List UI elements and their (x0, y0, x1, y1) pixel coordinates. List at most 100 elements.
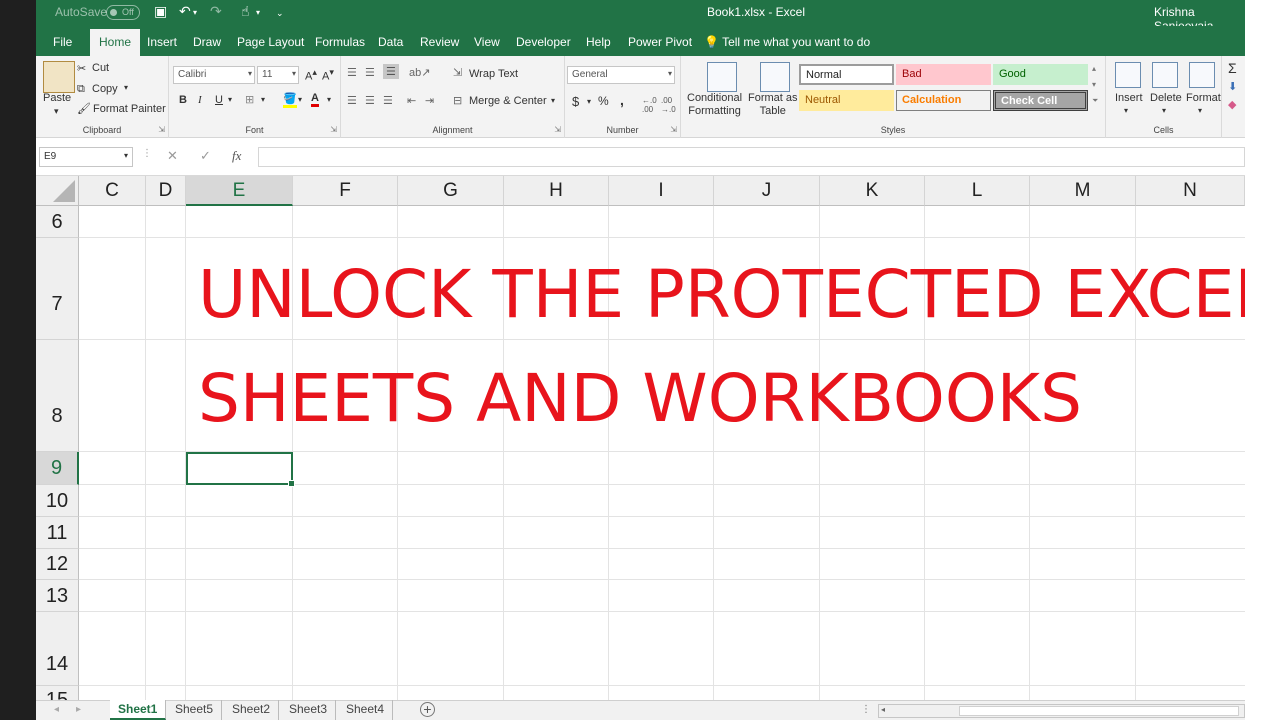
increase-decimal-icon[interactable]: ←.0.00 (642, 96, 657, 114)
row-header-8[interactable]: 8 (36, 340, 79, 452)
select-all-button[interactable] (36, 176, 79, 206)
underline-button[interactable]: U (215, 94, 223, 106)
active-cell-e9[interactable] (186, 452, 295, 487)
paste-dropdown-icon[interactable]: ▾ (54, 106, 59, 117)
column-header-j[interactable]: J (714, 176, 820, 206)
font-name-select[interactable]: Calibri ▾ (173, 66, 255, 84)
decrease-indent-icon[interactable]: ⇤ (407, 94, 416, 107)
conditional-formatting-button[interactable]: Conditional Formatting (687, 92, 742, 118)
number-launcher-icon[interactable]: ⇲ (670, 125, 677, 134)
clear-icon[interactable]: ◆ (1228, 98, 1236, 111)
copy-button[interactable]: Copy (92, 83, 118, 95)
orientation-icon[interactable]: ab↗ (409, 66, 430, 79)
row-header-6[interactable]: 6 (36, 206, 79, 238)
sheet-tab-sheet4[interactable]: Sheet4 (338, 700, 394, 720)
align-top-icon[interactable]: ☰ (347, 66, 357, 79)
wrap-text-button[interactable]: Wrap Text (469, 68, 518, 80)
customize-qat-icon[interactable]: ⌄ (276, 8, 284, 19)
column-header-g[interactable]: G (398, 176, 504, 206)
copy-icon[interactable]: ⧉ (77, 83, 85, 96)
fill-color-icon[interactable]: 🪣 (283, 92, 297, 108)
autosum-icon[interactable]: Σ (1228, 60, 1237, 76)
column-header-m[interactable]: M (1030, 176, 1136, 206)
tab-data[interactable]: Data (378, 35, 403, 49)
sheet-tab-sheet1[interactable]: Sheet1 (110, 700, 167, 720)
horizontal-scrollbar-thumb[interactable] (959, 706, 1239, 716)
paste-icon[interactable] (43, 61, 75, 93)
style-calculation[interactable]: Calculation (896, 90, 991, 111)
style-neutral[interactable]: Neutral (799, 90, 894, 111)
delete-dropdown-icon[interactable]: ▾ (1162, 106, 1166, 115)
horizontal-scrollbar[interactable]: ◂ (878, 704, 1245, 718)
tab-formulas[interactable]: Formulas (315, 35, 365, 49)
increase-indent-icon[interactable]: ⇥ (425, 94, 434, 107)
column-header-i[interactable]: I (609, 176, 714, 206)
tab-insert[interactable]: Insert (147, 35, 177, 49)
prev-sheet-icon[interactable]: ◂ (54, 704, 59, 715)
bold-button[interactable]: B (179, 94, 187, 106)
next-sheet-icon[interactable]: ▸ (76, 704, 81, 715)
insert-function-icon[interactable]: fx (232, 148, 241, 164)
autosave-toggle[interactable]: Off (106, 5, 140, 20)
font-color-dropdown-icon[interactable]: ▾ (327, 95, 331, 104)
scroll-left-icon[interactable]: ◂ (881, 705, 885, 714)
row-header-10[interactable]: 10 (36, 485, 79, 517)
tab-view[interactable]: View (474, 35, 500, 49)
tell-me-search[interactable]: 💡 Tell me what you want to do (704, 35, 870, 49)
borders-icon[interactable]: ⊞ (245, 93, 254, 106)
tab-power-pivot[interactable]: Power Pivot (628, 35, 692, 49)
tab-page-layout[interactable]: Page Layout (237, 35, 304, 49)
column-header-k[interactable]: K (820, 176, 925, 206)
borders-dropdown-icon[interactable]: ▾ (261, 95, 265, 104)
styles-scroll-down-icon[interactable]: ▾ (1092, 80, 1096, 89)
cancel-icon[interactable]: ✕ (167, 148, 178, 164)
align-left-icon[interactable]: ☰ (347, 94, 357, 107)
wrap-text-icon[interactable]: ⇲ (453, 66, 462, 79)
column-header-h[interactable]: H (504, 176, 609, 206)
insert-button[interactable]: Insert (1115, 92, 1143, 104)
format-as-table-icon[interactable] (760, 62, 790, 92)
style-normal[interactable]: Normal (799, 64, 894, 85)
row-header-13[interactable]: 13 (36, 580, 79, 612)
column-header-f[interactable]: F (293, 176, 398, 206)
undo-dropdown-icon[interactable]: ▾ (193, 8, 197, 17)
styles-scroll-up-icon[interactable]: ▴ (1092, 64, 1096, 73)
comma-button[interactable]: , (620, 92, 624, 108)
cut-button[interactable]: Cut (92, 62, 109, 74)
format-as-table-button[interactable]: Format as Table (748, 92, 798, 118)
column-header-c[interactable]: C (79, 176, 146, 206)
sheet-tab-sheet2[interactable]: Sheet2 (224, 700, 280, 720)
currency-dropdown-icon[interactable]: ▾ (587, 97, 591, 106)
styles-more-icon[interactable]: ⏷ (1092, 96, 1098, 106)
percent-button[interactable]: % (598, 94, 609, 108)
currency-button[interactable]: $ (572, 94, 579, 109)
tab-developer[interactable]: Developer (516, 35, 571, 49)
copy-dropdown-icon[interactable]: ▾ (124, 83, 128, 92)
add-sheet-button[interactable]: + (420, 702, 435, 717)
row-header-11[interactable]: 11 (36, 517, 79, 549)
column-header-e[interactable]: E (186, 176, 293, 206)
tab-draw[interactable]: Draw (193, 35, 221, 49)
fill-color-dropdown-icon[interactable]: ▾ (298, 95, 302, 104)
conditional-formatting-icon[interactable] (707, 62, 737, 92)
row-header-15[interactable]: 15 (36, 686, 79, 700)
align-center-icon[interactable]: ☰ (365, 94, 375, 107)
delete-cells-icon[interactable] (1152, 62, 1178, 88)
font-launcher-icon[interactable]: ⇲ (330, 125, 337, 134)
fill-icon[interactable]: ⬇ (1228, 80, 1237, 93)
font-size-select[interactable]: 11 ▾ (257, 66, 299, 84)
delete-button[interactable]: Delete (1150, 92, 1182, 104)
number-format-select[interactable]: General ▾ (567, 66, 675, 84)
sheet-tab-sheet5[interactable]: Sheet5 (167, 700, 223, 720)
row-header-14[interactable]: 14 (36, 612, 79, 686)
redo-icon[interactable]: ↷ (210, 3, 222, 20)
merge-center-dropdown-icon[interactable]: ▾ (551, 96, 555, 105)
style-check-cell[interactable]: Check Cell (993, 90, 1088, 111)
sheet-tab-sheet3[interactable]: Sheet3 (281, 700, 337, 720)
touch-mode-icon[interactable]: ☝ (241, 3, 250, 20)
row-header-12[interactable]: 12 (36, 549, 79, 580)
insert-cells-icon[interactable] (1115, 62, 1141, 88)
enter-icon[interactable]: ✓ (200, 148, 211, 164)
row-header-9[interactable]: 9 (36, 452, 79, 485)
name-box[interactable]: E9 ▾ (39, 147, 133, 167)
